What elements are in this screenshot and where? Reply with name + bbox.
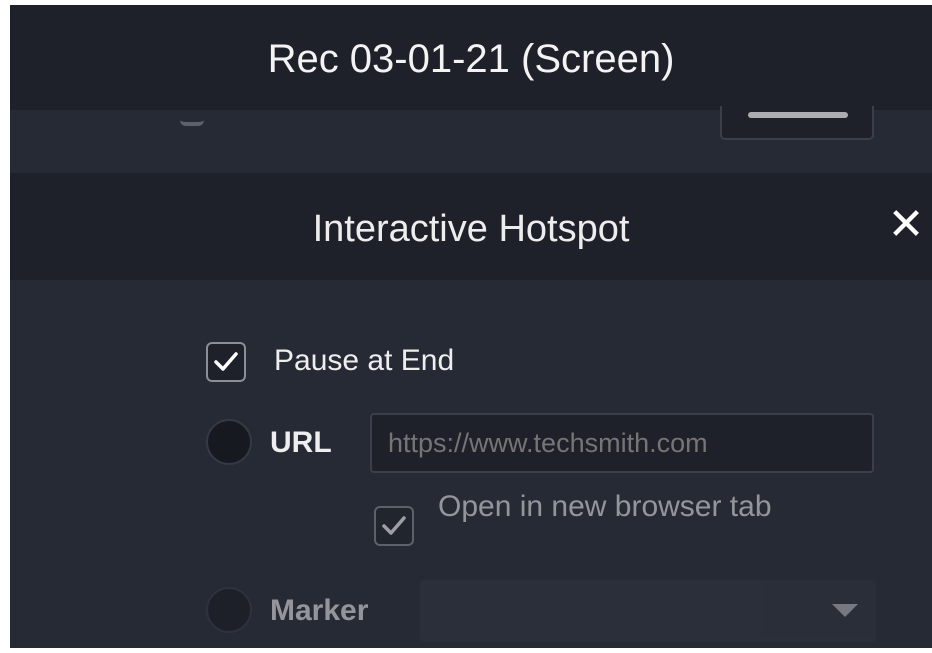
close-icon[interactable]: ✕ <box>880 199 932 251</box>
url-label: URL <box>270 426 332 459</box>
truncated-value-field[interactable] <box>720 106 874 140</box>
url-radio[interactable] <box>206 419 252 465</box>
pause-at-end-checkbox[interactable] <box>206 342 246 382</box>
chevron-down-icon <box>832 604 858 617</box>
truncated-label <box>180 104 204 126</box>
marker-select[interactable] <box>420 580 876 642</box>
marker-radio[interactable] <box>206 587 252 633</box>
app-window: Rec 03-01-21 (Screen) Interactive Hotspo… <box>10 5 932 648</box>
checkmark-icon <box>214 352 238 371</box>
open-new-tab-label: Open in new browser tab <box>438 490 772 523</box>
window-title: Rec 03-01-21 (Screen) <box>10 5 932 110</box>
pause-at-end-label: Pause at End <box>274 344 455 377</box>
properties-strip <box>10 106 932 180</box>
panel-header: Interactive Hotspot ✕ <box>10 173 932 280</box>
open-new-tab-checkbox[interactable] <box>374 506 414 546</box>
checkmark-icon <box>382 516 406 535</box>
panel-title: Interactive Hotspot <box>312 208 630 250</box>
panel-body: Pause at End URL Open in new browser tab… <box>10 280 932 648</box>
url-input[interactable] <box>370 413 874 473</box>
marker-label: Marker <box>270 594 369 627</box>
